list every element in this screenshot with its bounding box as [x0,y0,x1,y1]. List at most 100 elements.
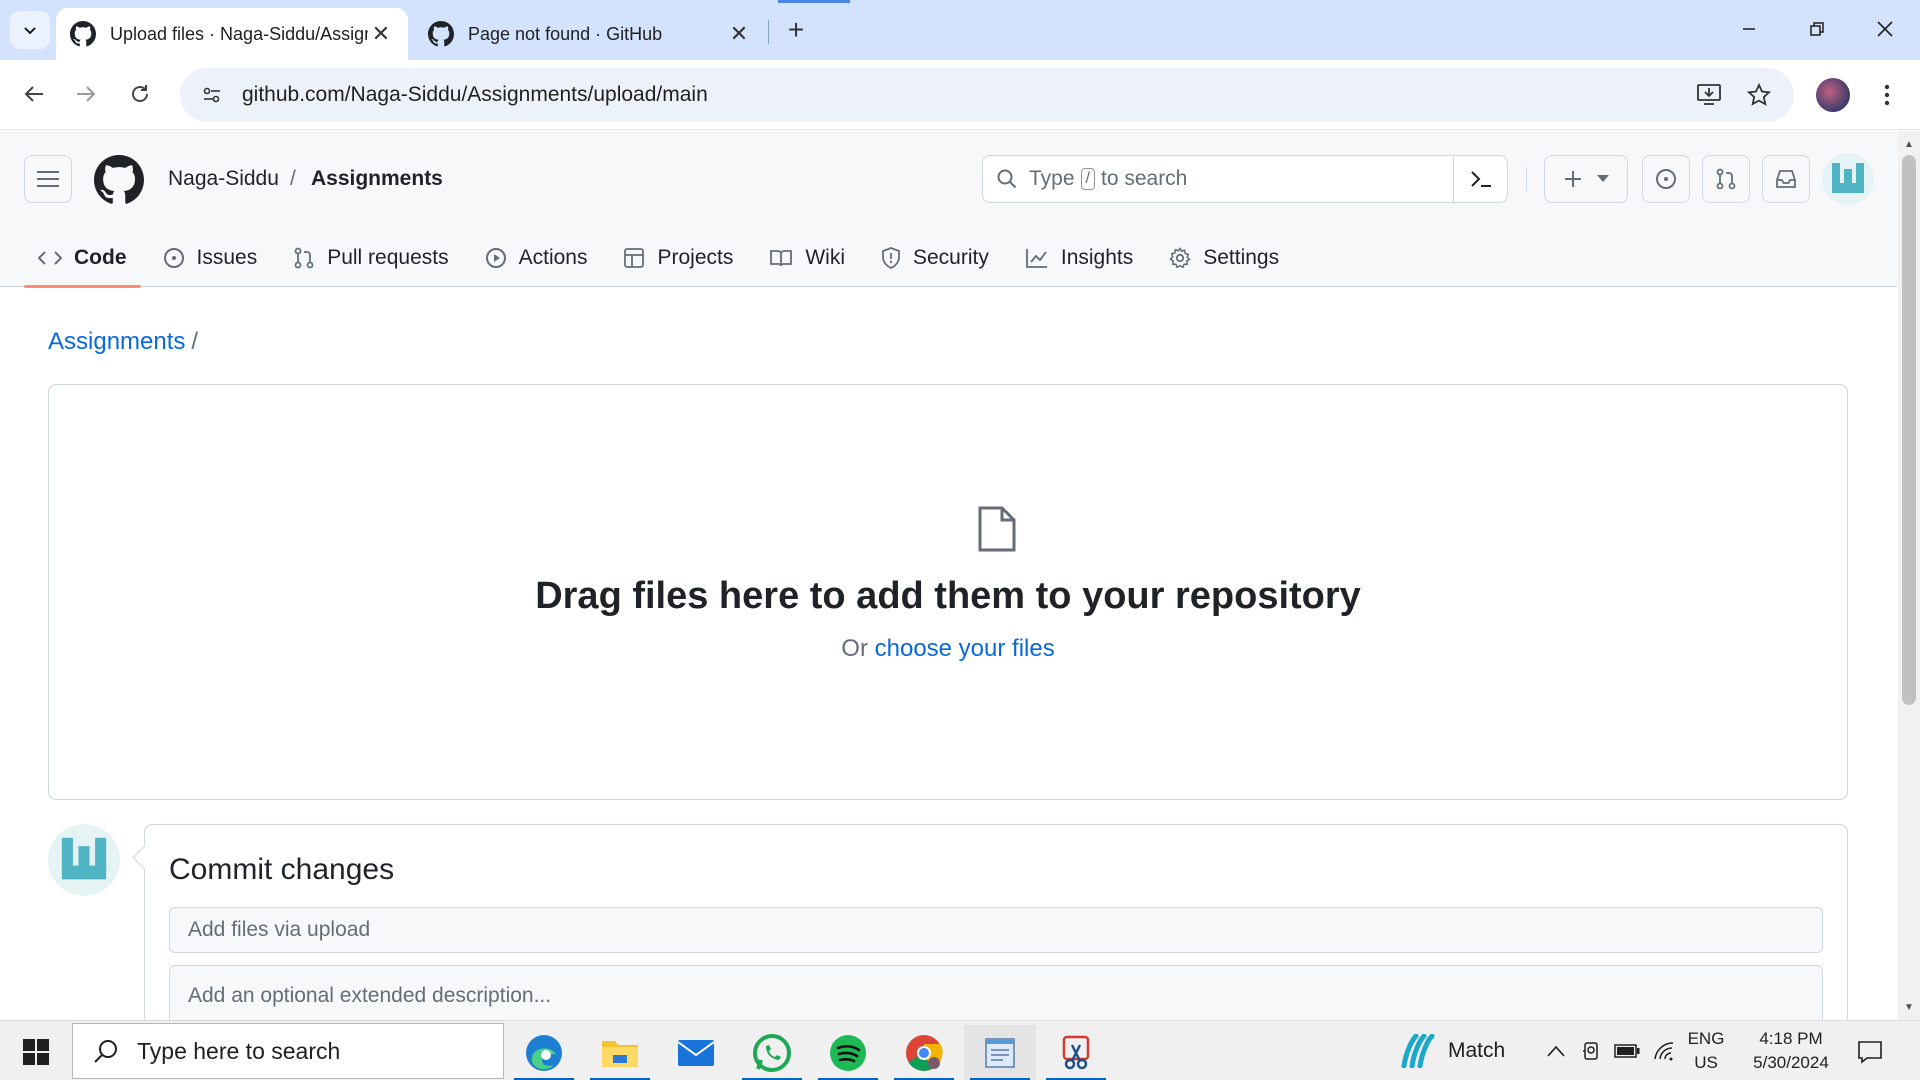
global-menu-button[interactable] [24,155,72,203]
file-icon [978,506,1016,552]
create-new-button[interactable] [1544,155,1628,203]
book-icon [770,250,793,267]
tab-search-button[interactable] [10,11,50,49]
show-hidden-icons-button[interactable] [1542,1035,1570,1067]
taskbar-snipping-tool-app[interactable] [1040,1025,1112,1080]
address-bar[interactable]: github.com/Naga-Siddu/Assignments/upload… [180,68,1794,122]
pull-request-icon [1716,168,1736,190]
tab-settings[interactable]: Settings [1155,229,1293,287]
tab-separator [768,20,769,44]
pull-requests-button[interactable] [1702,155,1750,203]
reload-button[interactable] [120,74,160,114]
bookmark-button[interactable] [1742,78,1776,112]
minimize-button[interactable] [1724,8,1774,50]
tab-title: Page not found · GitHub [468,23,663,44]
file-drop-zone[interactable]: Drag files here to add them to your repo… [48,384,1848,800]
start-button[interactable] [14,1035,58,1069]
repo-owner-link[interactable]: Naga-Siddu [168,167,279,191]
scroll-down-arrow-icon[interactable]: ▼ [1898,998,1920,1016]
tab-projects[interactable]: Projects [609,229,747,287]
close-window-button[interactable] [1860,8,1910,50]
keyboard-layout: US [1694,1053,1718,1072]
whatsapp-icon [753,1034,791,1072]
commit-author-avatar [48,824,120,896]
close-tab-icon[interactable]: ✕ [368,21,394,47]
choose-files-link[interactable]: choose your files [875,635,1055,662]
search-icon [94,1040,117,1063]
battery-indicator[interactable] [1612,1035,1642,1067]
wifi-indicator[interactable] [1650,1035,1678,1067]
windows-logo-icon [23,1039,49,1065]
more-vertical-icon [1884,84,1890,106]
taskbar-edge-app[interactable] [508,1025,580,1080]
tab-actions[interactable]: Actions [471,229,602,287]
clock-time: 4:18 PM [1759,1029,1823,1048]
taskbar-clock[interactable]: 4:18 PM 5/30/2024 [1740,1027,1842,1075]
github-favicon-icon [70,21,96,47]
tab-issues[interactable]: Issues [149,229,272,287]
meet-now-button[interactable] [1578,1035,1606,1067]
breadcrumb-repo-link[interactable]: Assignments [48,328,185,355]
new-tab-button[interactable]: + [780,14,812,46]
commit-summary-input[interactable]: Add files via upload [169,907,1823,953]
notification-center-button[interactable] [1852,1035,1888,1069]
repo-name-link[interactable]: Assignments [311,167,443,191]
close-tab-icon[interactable]: ✕ [726,21,752,47]
browser-menu-button[interactable] [1872,78,1902,112]
site-info-button[interactable] [188,84,236,106]
widget-label: Match [1448,1039,1506,1062]
install-app-button[interactable] [1692,78,1726,112]
taskbar-whatsapp-app[interactable] [736,1025,808,1080]
command-palette-button[interactable] [1453,156,1507,202]
browser-tab-upload-files[interactable]: Upload files · Naga-Siddu/Assignments ✕ [56,8,408,60]
commit-summary-placeholder: Add files via upload [188,918,371,941]
taskbar-chrome-app[interactable] [888,1025,960,1080]
tab-label: Issues [196,246,258,269]
taskbar-search-input[interactable]: Type here to search [72,1023,504,1079]
restore-button[interactable] [1792,8,1842,50]
inbox-icon [1776,170,1796,188]
taskbar-notepad-app[interactable] [964,1025,1036,1080]
taskbar-spotify-app[interactable] [812,1025,884,1080]
page-scrollbar[interactable]: ▲ ▼ [1898,131,1920,1020]
search-suffix: to search [1100,167,1188,190]
github-logo-icon[interactable] [94,155,144,205]
scroll-thumb[interactable] [1902,155,1916,705]
windows-taskbar: Type here to search Match ENG US 4:18 PM… [0,1020,1920,1080]
search-shortcut-key: / [1080,168,1095,190]
browser-toolbar: github.com/Naga-Siddu/Assignments/upload… [0,60,1920,130]
tab-code[interactable]: Code [24,229,141,288]
drop-zone-prefix: Or [841,635,868,662]
breadcrumb-slash: / [191,328,199,355]
notepad-icon [985,1038,1015,1068]
issues-button[interactable] [1642,155,1690,203]
folder-icon [602,1041,638,1067]
upload-breadcrumb: Assignments / [48,328,198,356]
search-input[interactable]: Type / to search [982,155,1508,203]
github-favicon-icon [428,21,454,47]
scroll-up-arrow-icon[interactable]: ▲ [1898,135,1920,153]
play-icon [485,248,506,268]
tab-wiki[interactable]: Wiki [755,229,859,287]
taskbar-widget[interactable]: Match [1400,1029,1505,1073]
profile-avatar[interactable] [1816,78,1850,112]
taskbar-mail-app[interactable] [660,1025,732,1080]
browser-tab-page-not-found[interactable]: Page not found · GitHub ✕ [414,8,766,60]
breadcrumb-separator: / [290,167,296,190]
table-icon [624,248,645,268]
commit-description-input[interactable]: Add an optional extended description... [169,965,1823,1025]
snipping-tool-icon [1062,1035,1090,1070]
forward-button[interactable] [66,74,106,114]
tab-pull-requests[interactable]: Pull requests [279,229,462,287]
input-language-indicator[interactable]: ENG US [1680,1027,1732,1075]
tab-insights[interactable]: Insights [1011,229,1147,287]
inbox-button[interactable] [1762,155,1810,203]
tab-security[interactable]: Security [867,229,1003,287]
search-icon [997,169,1017,189]
tab-label: Insights [1060,246,1134,269]
taskbar-file-explorer-app[interactable] [584,1025,656,1080]
back-button[interactable] [14,74,54,114]
user-avatar[interactable] [1822,153,1874,205]
close-icon [1877,21,1893,37]
cricket-match-icon [1401,1034,1435,1068]
